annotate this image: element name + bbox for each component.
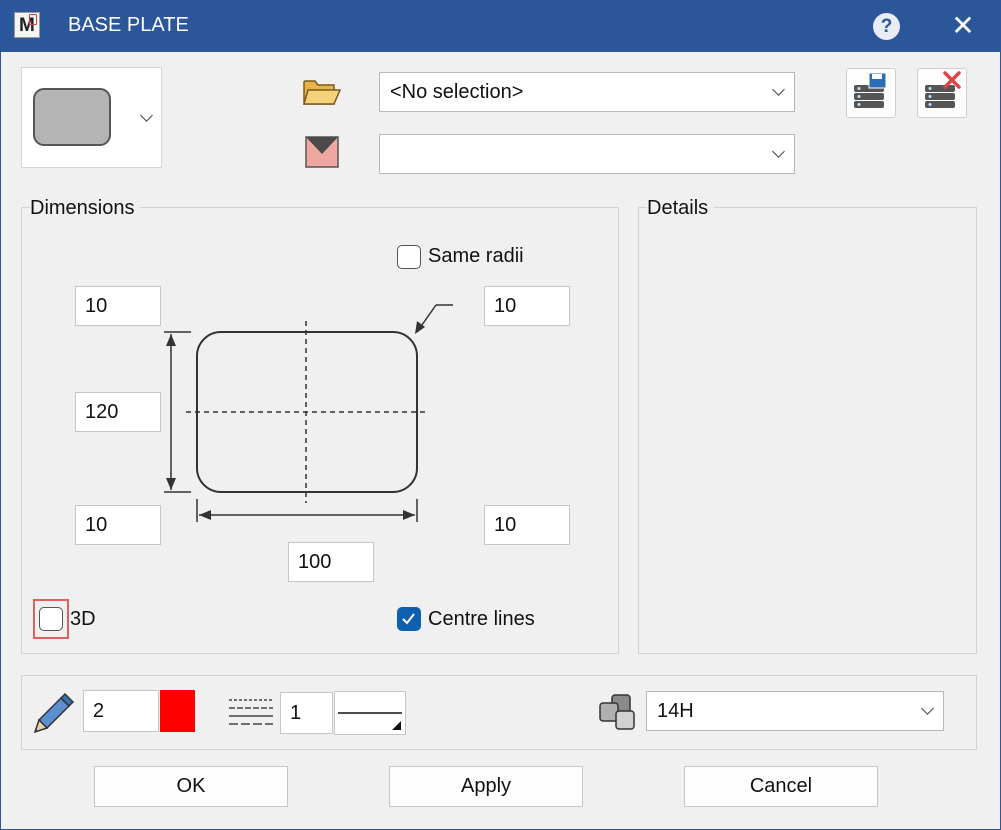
save-library-button[interactable] xyxy=(846,68,896,118)
pen-icon[interactable] xyxy=(31,690,75,734)
grouping-select[interactable]: 14H xyxy=(646,691,944,731)
save-library-icon xyxy=(854,72,887,108)
layer-icon[interactable] xyxy=(305,136,339,168)
library-select-value: <No selection> xyxy=(390,81,524,103)
top-right-radius-input[interactable]: 10 xyxy=(484,286,570,326)
same-radii-checkbox[interactable] xyxy=(397,245,421,269)
layer-select[interactable] xyxy=(379,134,795,174)
line-type-input[interactable]: 1 xyxy=(280,692,333,734)
centre-lines-label: Centre lines xyxy=(428,608,535,630)
base-plate-diagram xyxy=(164,304,453,522)
line-style-picker[interactable] xyxy=(334,691,406,735)
checkmark-icon xyxy=(402,613,415,625)
title-bar: M BASE PLATE ? ✕ xyxy=(1,1,1000,52)
bottom-left-radius-input[interactable]: 10 xyxy=(75,505,161,545)
line-type-icon[interactable] xyxy=(229,697,273,727)
grouping-icon[interactable] xyxy=(598,694,638,732)
grouping-select-value: 14H xyxy=(657,700,694,722)
app-icon: M xyxy=(14,12,40,38)
folder-open-icon[interactable] xyxy=(303,78,341,106)
same-radii-label: Same radii xyxy=(428,245,524,267)
apply-button[interactable]: Apply xyxy=(389,766,583,807)
details-panel xyxy=(638,207,977,654)
pen-color-swatch[interactable] xyxy=(160,690,195,732)
rounded-rectangle-shape-icon xyxy=(33,88,111,146)
width-input[interactable]: 100 xyxy=(288,542,374,582)
help-icon[interactable]: ? xyxy=(873,13,900,40)
three-d-label: 3D xyxy=(70,608,96,630)
ok-button[interactable]: OK xyxy=(94,766,288,807)
height-input[interactable]: 120 xyxy=(75,392,161,432)
line-sample-icon xyxy=(338,712,402,730)
dialog-window: M BASE PLATE ? ✕ <No selection> Dimensio… xyxy=(0,0,1001,830)
cancel-button[interactable]: Cancel xyxy=(684,766,878,807)
chevron-down-icon xyxy=(772,145,785,158)
chevron-down-icon xyxy=(921,702,934,715)
delete-library-button[interactable] xyxy=(917,68,967,118)
library-select[interactable]: <No selection> xyxy=(379,72,795,112)
bottom-right-radius-input[interactable]: 10 xyxy=(484,505,570,545)
top-left-radius-input[interactable]: 10 xyxy=(75,286,161,326)
pen-number-input[interactable]: 2 xyxy=(83,690,159,732)
delete-library-icon xyxy=(925,71,961,108)
close-icon[interactable]: ✕ xyxy=(945,8,981,44)
dimensions-title: Dimensions xyxy=(30,197,141,220)
details-title: Details xyxy=(647,197,715,220)
dialog-title: BASE PLATE xyxy=(68,14,189,36)
chevron-down-icon xyxy=(772,83,785,96)
chevron-down-icon xyxy=(140,109,153,122)
centre-lines-checkbox[interactable] xyxy=(397,607,421,631)
shape-type-dropdown[interactable] xyxy=(21,67,162,168)
three-d-checkbox[interactable] xyxy=(39,607,63,631)
